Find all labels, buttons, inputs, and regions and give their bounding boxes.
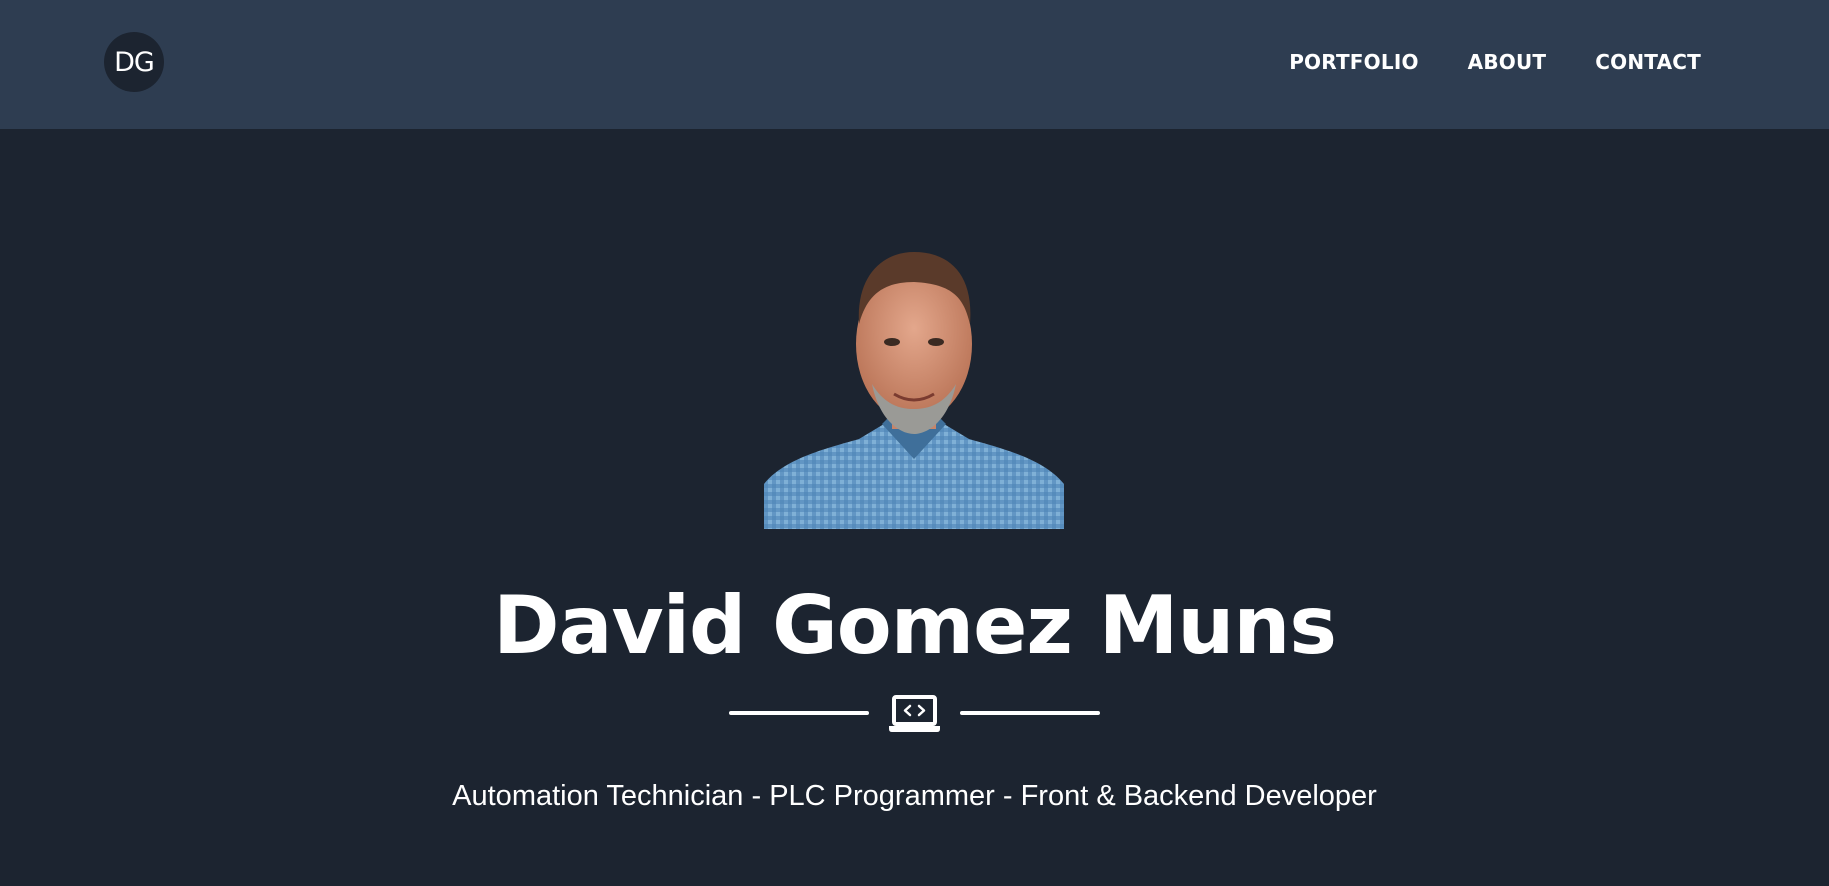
brand-logo[interactable]: DG bbox=[104, 32, 164, 92]
laptop-code-icon bbox=[889, 695, 940, 732]
hero-subtitle: Automation Technician - PLC Programmer -… bbox=[452, 780, 1377, 812]
navbar: DG PORTFOLIO ABOUT CONTACT bbox=[0, 0, 1829, 129]
hero-name: David Gomez Muns bbox=[493, 579, 1337, 672]
profile-avatar bbox=[764, 252, 1064, 529]
hero-divider bbox=[729, 693, 1100, 733]
brand-logo-label: DG bbox=[114, 46, 155, 78]
nav-link-portfolio[interactable]: PORTFOLIO bbox=[1289, 48, 1418, 76]
divider-line-right bbox=[960, 711, 1100, 715]
hero-section: David Gomez Muns Automation Technician -… bbox=[0, 129, 1829, 886]
nav-links: PORTFOLIO ABOUT CONTACT bbox=[1240, 48, 1701, 76]
divider-line-left bbox=[729, 711, 869, 715]
nav-link-about[interactable]: ABOUT bbox=[1468, 48, 1547, 76]
nav-link-contact[interactable]: CONTACT bbox=[1595, 48, 1701, 76]
